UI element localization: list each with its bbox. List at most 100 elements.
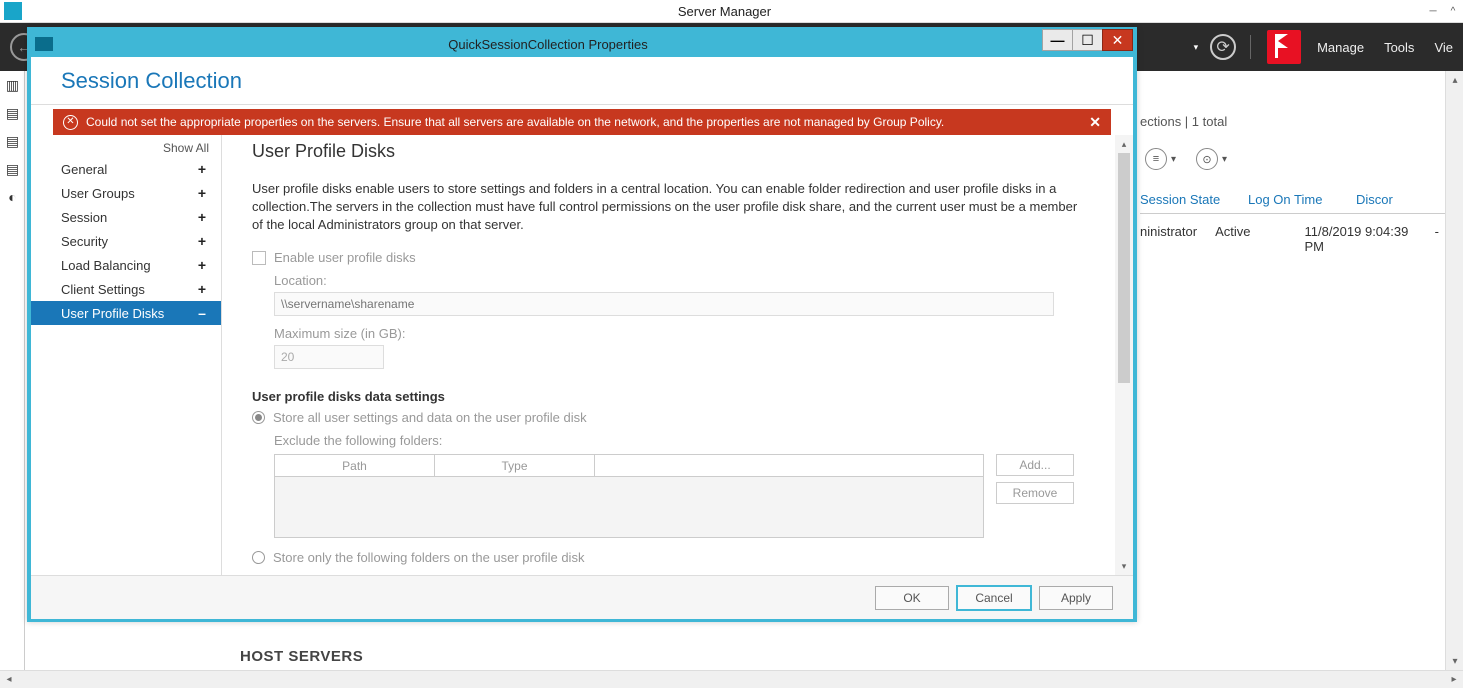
host-servers-heading: HOST SERVERS bbox=[240, 648, 363, 665]
dialog-maximize-button[interactable]: ☐ bbox=[1072, 29, 1103, 51]
properties-dialog: QuickSessionCollection Properties — ☐ ✕ … bbox=[27, 27, 1137, 622]
sessions-table-row[interactable]: ninistrator Active 11/8/2019 9:04:39 PM … bbox=[1140, 224, 1457, 254]
radio-store-only[interactable]: Store only the following folders on the … bbox=[252, 550, 1085, 565]
view-menu[interactable]: Vie bbox=[1434, 40, 1453, 55]
refresh-button[interactable]: ⟳ bbox=[1210, 34, 1236, 60]
sessions-table-header: Session State Log On Time Discor bbox=[1140, 192, 1457, 214]
error-icon: ✕ bbox=[63, 115, 78, 130]
rail-item-4[interactable]: ▤ bbox=[0, 155, 25, 183]
location-input[interactable] bbox=[274, 292, 1054, 316]
plus-icon: + bbox=[195, 209, 209, 225]
rail-item-5[interactable]: ◐ bbox=[0, 183, 25, 211]
th-type[interactable]: Type bbox=[435, 455, 595, 476]
scroll-right-icon[interactable]: ▸ bbox=[1445, 671, 1463, 689]
exclude-folders-body bbox=[275, 477, 983, 537]
enable-upd-label: Enable user profile disks bbox=[274, 250, 416, 265]
dialog-content: User Profile Disks User profile disks en… bbox=[222, 135, 1115, 575]
location-label: Location: bbox=[274, 273, 1085, 288]
nav-user-groups[interactable]: User Groups+ bbox=[31, 181, 221, 205]
filter-icon[interactable]: ⊙ bbox=[1196, 148, 1218, 170]
bg-toolbar: ≡ ▾ ⊙ ▾ bbox=[1145, 148, 1227, 170]
scroll-up-icon[interactable]: ▴ bbox=[1115, 135, 1133, 153]
content-title: User Profile Disks bbox=[252, 141, 1085, 162]
remove-button[interactable]: Remove bbox=[996, 482, 1074, 504]
th-path[interactable]: Path bbox=[275, 455, 435, 476]
scroll-down-icon[interactable]: ▾ bbox=[1446, 652, 1463, 670]
cell-user: ninistrator bbox=[1140, 224, 1197, 254]
ok-button[interactable]: OK bbox=[875, 586, 949, 610]
rail-item-3[interactable]: ▤ bbox=[0, 127, 25, 155]
dropdown-icon[interactable]: ▾ bbox=[1194, 42, 1199, 53]
col-logon-time[interactable]: Log On Time bbox=[1248, 192, 1338, 207]
rail-item-1[interactable]: ▥ bbox=[0, 71, 25, 99]
plus-icon: + bbox=[195, 233, 209, 249]
minus-icon: – bbox=[195, 305, 209, 321]
exclude-folders-table: Path Type bbox=[274, 454, 984, 538]
connections-summary: ections | 1 total bbox=[1140, 114, 1457, 129]
scroll-up-icon[interactable]: ▴ bbox=[1446, 71, 1463, 89]
cell-disc: - bbox=[1435, 224, 1439, 254]
show-all-link[interactable]: Show All bbox=[31, 141, 221, 157]
add-button[interactable]: Add... bbox=[996, 454, 1074, 476]
dialog-close-button[interactable]: ✕ bbox=[1102, 29, 1133, 51]
nav-client-settings[interactable]: Client Settings+ bbox=[31, 277, 221, 301]
th-empty bbox=[595, 455, 983, 476]
error-banner: ✕ Could not set the appropriate properti… bbox=[53, 109, 1111, 135]
outer-window-title: Server Manager bbox=[26, 4, 1423, 19]
scrollbar-thumb[interactable] bbox=[1118, 153, 1130, 383]
plus-icon: + bbox=[195, 161, 209, 177]
outer-minimize-button[interactable]: ─ bbox=[1423, 1, 1443, 21]
dialog-minimize-button[interactable]: — bbox=[1042, 29, 1073, 51]
radio-store-all[interactable]: Store all user settings and data on the … bbox=[252, 410, 1085, 425]
notifications-flag-icon[interactable] bbox=[1267, 30, 1301, 64]
radio-icon[interactable] bbox=[252, 551, 265, 564]
plus-icon: + bbox=[195, 281, 209, 297]
scroll-left-icon[interactable]: ◂ bbox=[0, 671, 18, 689]
server-manager-icon bbox=[4, 2, 22, 20]
radio-store-all-label: Store all user settings and data on the … bbox=[273, 410, 587, 425]
nav-security[interactable]: Security+ bbox=[31, 229, 221, 253]
main-horizontal-scrollbar[interactable]: ◂ ▸ bbox=[0, 670, 1463, 688]
plus-icon: + bbox=[195, 185, 209, 201]
dialog-titlebar[interactable]: QuickSessionCollection Properties — ☐ ✕ bbox=[31, 31, 1133, 57]
col-session-state[interactable]: Session State bbox=[1140, 192, 1230, 207]
grid-view-icon[interactable]: ≡ bbox=[1145, 148, 1167, 170]
maxsize-label: Maximum size (in GB): bbox=[274, 326, 1085, 341]
dialog-heading: Session Collection bbox=[61, 68, 242, 94]
cancel-button[interactable]: Cancel bbox=[957, 586, 1031, 610]
dialog-title: QuickSessionCollection Properties bbox=[53, 37, 1043, 52]
radio-icon[interactable] bbox=[252, 411, 265, 424]
main-vertical-scrollbar[interactable]: ▴ ▾ bbox=[1445, 71, 1463, 670]
content-description: User profile disks enable users to store… bbox=[252, 180, 1085, 234]
nav-load-balancing[interactable]: Load Balancing+ bbox=[31, 253, 221, 277]
plus-icon: + bbox=[195, 257, 209, 273]
manage-menu[interactable]: Manage bbox=[1317, 40, 1364, 55]
rail-item-2[interactable]: ▤ bbox=[0, 99, 25, 127]
scroll-down-icon[interactable]: ▾ bbox=[1115, 557, 1133, 575]
cell-state: Active bbox=[1215, 224, 1250, 254]
apply-button[interactable]: Apply bbox=[1039, 586, 1113, 610]
dialog-footer: OK Cancel Apply bbox=[31, 575, 1133, 619]
exclude-folders-label: Exclude the following folders: bbox=[274, 433, 1085, 448]
dialog-icon bbox=[35, 37, 53, 51]
tools-menu[interactable]: Tools bbox=[1384, 40, 1414, 55]
dialog-nav: Show All General+ User Groups+ Session+ … bbox=[31, 135, 221, 575]
radio-store-only-label: Store only the following folders on the … bbox=[273, 550, 584, 565]
checkbox-icon[interactable] bbox=[252, 251, 266, 265]
nav-general[interactable]: General+ bbox=[31, 157, 221, 181]
nav-user-profile-disks[interactable]: User Profile Disks– bbox=[31, 301, 221, 325]
error-dismiss-button[interactable]: ✕ bbox=[1089, 114, 1101, 131]
dialog-vertical-scrollbar[interactable]: ▴ ▾ bbox=[1115, 135, 1133, 575]
error-message: Could not set the appropriate properties… bbox=[86, 115, 1089, 129]
outer-window-titlebar: Server Manager ─ ^ bbox=[0, 0, 1463, 23]
cell-logon: 11/8/2019 9:04:39 PM bbox=[1304, 224, 1416, 254]
dropdown-icon[interactable]: ▾ bbox=[1171, 154, 1176, 165]
outer-chevron-up[interactable]: ^ bbox=[1443, 1, 1463, 21]
maxsize-input[interactable] bbox=[274, 345, 384, 369]
dropdown-icon[interactable]: ▾ bbox=[1222, 154, 1227, 165]
nav-session[interactable]: Session+ bbox=[31, 205, 221, 229]
dialog-header: Session Collection bbox=[31, 57, 1133, 105]
enable-upd-checkbox-row[interactable]: Enable user profile disks bbox=[252, 250, 1085, 265]
upd-data-settings-heading: User profile disks data settings bbox=[252, 389, 1085, 404]
col-disconnect[interactable]: Discor bbox=[1356, 192, 1439, 207]
